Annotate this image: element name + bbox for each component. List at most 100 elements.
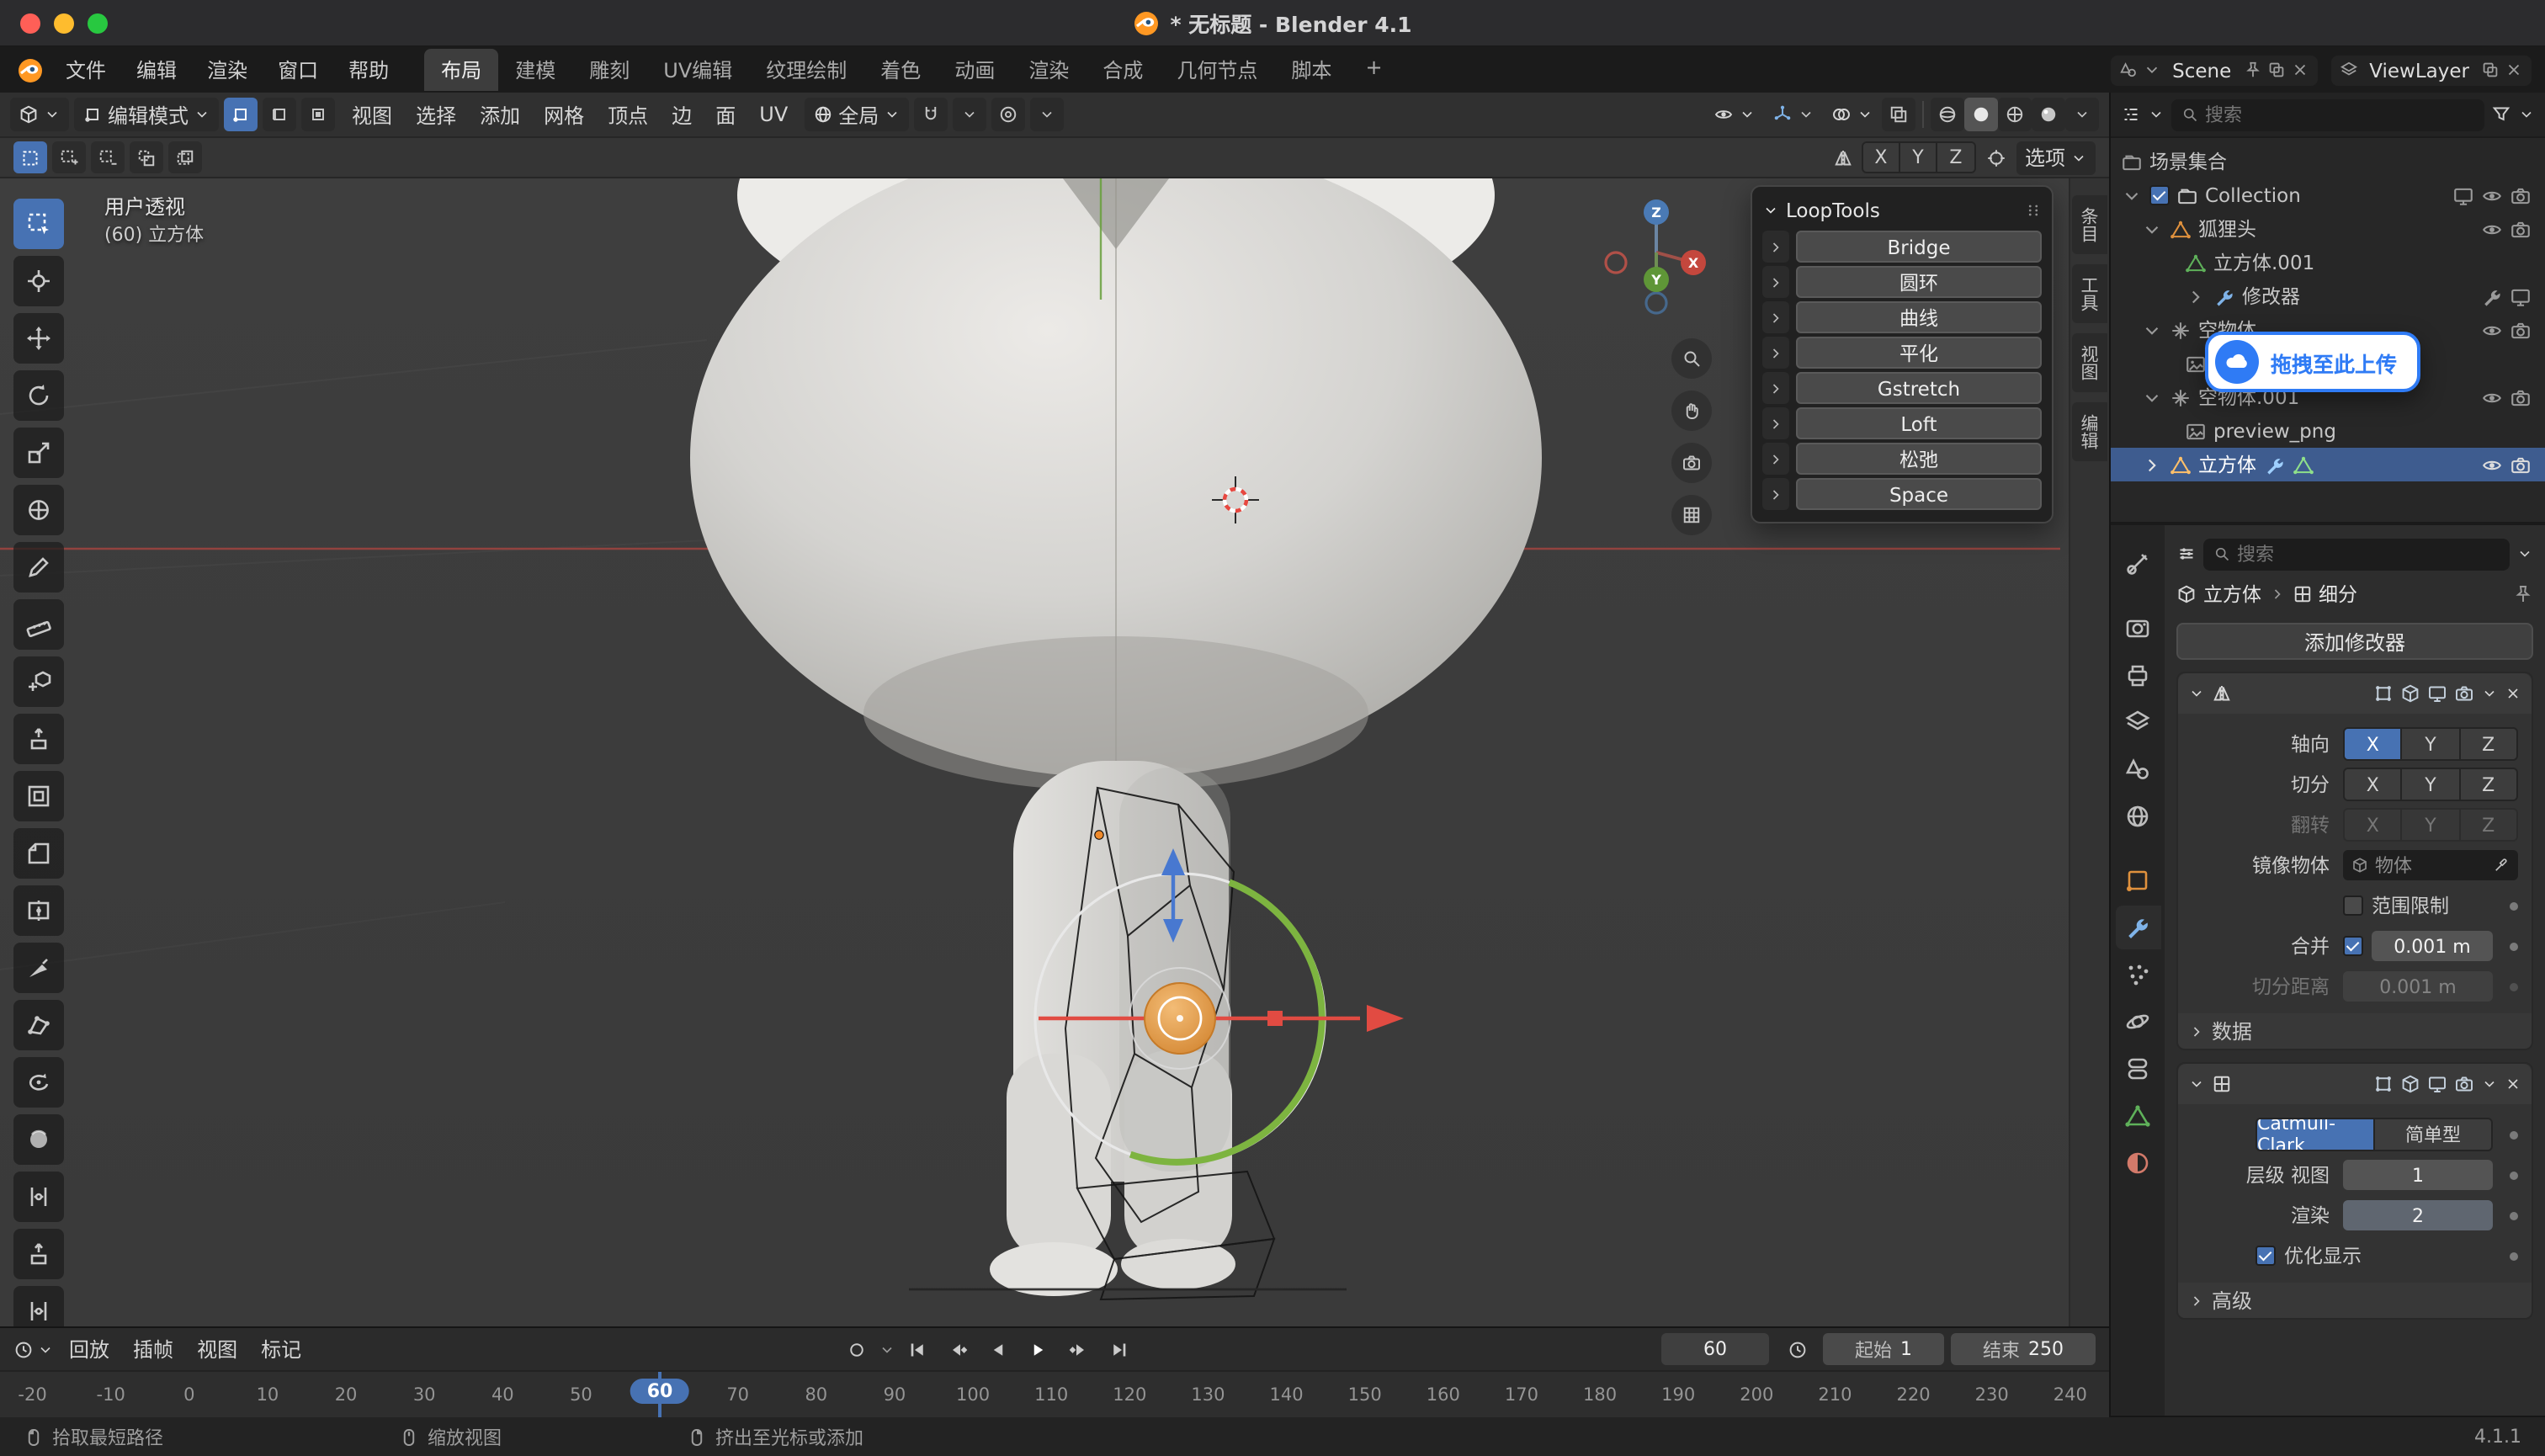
tool-cursor[interactable] bbox=[13, 256, 64, 306]
properties-search-input[interactable] bbox=[2237, 543, 2500, 565]
looptools-expand-button[interactable] bbox=[1762, 407, 1789, 439]
animate-dot[interactable] bbox=[2510, 942, 2518, 950]
tool-inset-faces[interactable] bbox=[13, 771, 64, 821]
select-mode-button[interactable] bbox=[52, 141, 86, 173]
screen-icon[interactable] bbox=[2510, 285, 2532, 307]
select-mode-button[interactable] bbox=[130, 141, 163, 173]
shading-dropdown[interactable] bbox=[2065, 98, 2099, 131]
workspace-tab[interactable]: 纹理绘制 bbox=[749, 49, 863, 91]
tool-extrude-region[interactable] bbox=[13, 714, 64, 764]
properties-editor-icon[interactable] bbox=[2176, 544, 2197, 564]
bisect-x-toggle[interactable]: X bbox=[2345, 769, 2403, 800]
pin-icon[interactable] bbox=[2243, 61, 2261, 79]
tab-object[interactable] bbox=[2115, 858, 2160, 902]
outliner-row-fox-head[interactable]: 狐狸头 bbox=[2111, 212, 2545, 246]
tool-rotate[interactable] bbox=[13, 370, 64, 421]
close-icon[interactable] bbox=[2505, 685, 2521, 702]
eye-icon[interactable] bbox=[2481, 454, 2503, 476]
flip-z-toggle[interactable]: Z bbox=[2460, 810, 2516, 840]
viewport-menu-item[interactable]: 边 bbox=[660, 95, 704, 134]
close-icon[interactable] bbox=[2505, 61, 2523, 79]
sidebar-tab[interactable]: 视图 bbox=[2072, 333, 2107, 392]
workspace-tab[interactable]: 渲染 bbox=[1012, 49, 1086, 91]
animate-dot[interactable] bbox=[2510, 982, 2518, 991]
merge-checkbox[interactable] bbox=[2343, 936, 2363, 956]
3d-viewport-canvas[interactable]: 用户透视 (60) 立方体 LoopTools bbox=[0, 178, 2109, 1326]
looptools-expand-button[interactable] bbox=[1762, 301, 1789, 333]
shading-rendered-button[interactable] bbox=[2032, 98, 2065, 131]
select-mode-button[interactable] bbox=[13, 141, 47, 173]
tab-modifiers[interactable] bbox=[2115, 906, 2160, 949]
outliner-row-mesh-data[interactable]: 立方体.001 bbox=[2111, 246, 2545, 279]
tool-options-dropdown[interactable]: 选项 bbox=[2016, 141, 2096, 174]
tab-particles[interactable] bbox=[2115, 953, 2160, 996]
tool-annotate[interactable] bbox=[13, 542, 64, 592]
data-subpanel-header[interactable]: 数据 bbox=[2178, 1013, 2532, 1049]
frame-end-field[interactable]: 结束250 bbox=[1951, 1333, 2096, 1365]
edge-select-toggle[interactable] bbox=[263, 98, 296, 131]
timeline-editor-icon[interactable] bbox=[13, 1339, 34, 1359]
animate-dot[interactable] bbox=[2510, 1211, 2518, 1220]
flip-x-toggle[interactable]: X bbox=[2345, 810, 2403, 840]
eyedropper-icon[interactable] bbox=[2493, 857, 2510, 874]
viewport-menu-item[interactable]: 顶点 bbox=[596, 95, 660, 134]
animate-dot[interactable] bbox=[2510, 1130, 2518, 1139]
axis-y-toggle[interactable]: Y bbox=[2403, 729, 2461, 759]
tool-scale[interactable] bbox=[13, 428, 64, 478]
workspace-tab[interactable]: 着色 bbox=[863, 49, 938, 91]
looptools-expand-button[interactable] bbox=[1762, 443, 1789, 475]
shading-material-button[interactable] bbox=[1998, 98, 2032, 131]
subdivision-type-option[interactable]: 简单型 bbox=[2375, 1119, 2491, 1150]
chevron-down-icon[interactable] bbox=[2516, 545, 2533, 562]
add-modifier-button[interactable]: 添加修改器 bbox=[2176, 623, 2533, 660]
camera-icon[interactable] bbox=[2510, 184, 2532, 206]
auto-key-button[interactable] bbox=[838, 1333, 875, 1365]
render-toggle-icon[interactable] bbox=[2454, 1074, 2474, 1094]
sidebar-tab[interactable]: 工具 bbox=[2072, 264, 2107, 323]
sidebar-tab[interactable]: 条目 bbox=[2072, 195, 2107, 254]
play-button[interactable] bbox=[1020, 1333, 1057, 1365]
bisect-distance-field[interactable]: 0.001 m bbox=[2343, 971, 2493, 1002]
extras-dropdown-icon[interactable] bbox=[2481, 1076, 2498, 1092]
tool-edge-slide[interactable] bbox=[13, 1172, 64, 1222]
copy-icon[interactable] bbox=[2481, 61, 2500, 79]
tab-output[interactable] bbox=[2115, 653, 2160, 697]
outliner-editor-icon[interactable] bbox=[2121, 104, 2141, 125]
chevron-down-icon[interactable] bbox=[2141, 218, 2163, 240]
tool-poly-build[interactable] bbox=[13, 1000, 64, 1050]
play-reverse-button[interactable] bbox=[980, 1333, 1017, 1365]
shading-wireframe-button[interactable] bbox=[1931, 98, 1964, 131]
collection-exclude-checkbox[interactable] bbox=[2149, 185, 2170, 205]
camera-icon[interactable] bbox=[2510, 454, 2532, 476]
menu-item[interactable]: 窗口 bbox=[263, 50, 333, 89]
zoom-button[interactable] bbox=[1671, 338, 1712, 379]
animate-dot[interactable] bbox=[2510, 1251, 2518, 1260]
select-mode-button[interactable] bbox=[91, 141, 125, 173]
tool-spin[interactable] bbox=[13, 1057, 64, 1108]
proportional-dropdown[interactable] bbox=[1030, 98, 1064, 131]
visibility-dropdown[interactable] bbox=[1705, 98, 1764, 131]
mirror-axis-button[interactable]: Y bbox=[1900, 143, 1937, 172]
chevron-right-icon[interactable] bbox=[2141, 454, 2163, 476]
outliner-row-collection[interactable]: Collection bbox=[2111, 178, 2545, 212]
chevron-right-icon[interactable] bbox=[2185, 285, 2207, 307]
gizmos-dropdown[interactable] bbox=[1764, 98, 1823, 131]
viewport-menu-item[interactable]: UV bbox=[747, 98, 800, 131]
workspace-tab[interactable]: 脚本 bbox=[1274, 49, 1348, 91]
drag-upload-overlay[interactable]: 拖拽至此上传 bbox=[2205, 332, 2420, 392]
mirror-axis-button[interactable]: Z bbox=[1937, 143, 1974, 172]
timeline-menu-item[interactable]: 插帧 bbox=[121, 1330, 185, 1368]
optimal-display-checkbox[interactable] bbox=[2255, 1246, 2276, 1266]
chevron-down-icon[interactable] bbox=[2518, 106, 2535, 123]
timeline-menu-item[interactable]: 标记 bbox=[249, 1330, 313, 1368]
merge-threshold-field[interactable]: 0.001 m bbox=[2372, 931, 2493, 961]
flip-y-toggle[interactable]: Y bbox=[2403, 810, 2461, 840]
viewlayer-selector[interactable]: ViewLayer bbox=[2330, 55, 2532, 85]
tool-bevel[interactable] bbox=[13, 828, 64, 879]
xray-toggle[interactable] bbox=[1882, 98, 1915, 131]
current-frame-field[interactable]: 60 bbox=[1661, 1333, 1769, 1365]
workspace-tab[interactable]: UV编辑 bbox=[646, 49, 749, 91]
viewport-menu-item[interactable]: 添加 bbox=[468, 95, 532, 134]
pan-hand-button[interactable] bbox=[1671, 391, 1712, 431]
tab-view-layer[interactable] bbox=[2115, 700, 2160, 744]
